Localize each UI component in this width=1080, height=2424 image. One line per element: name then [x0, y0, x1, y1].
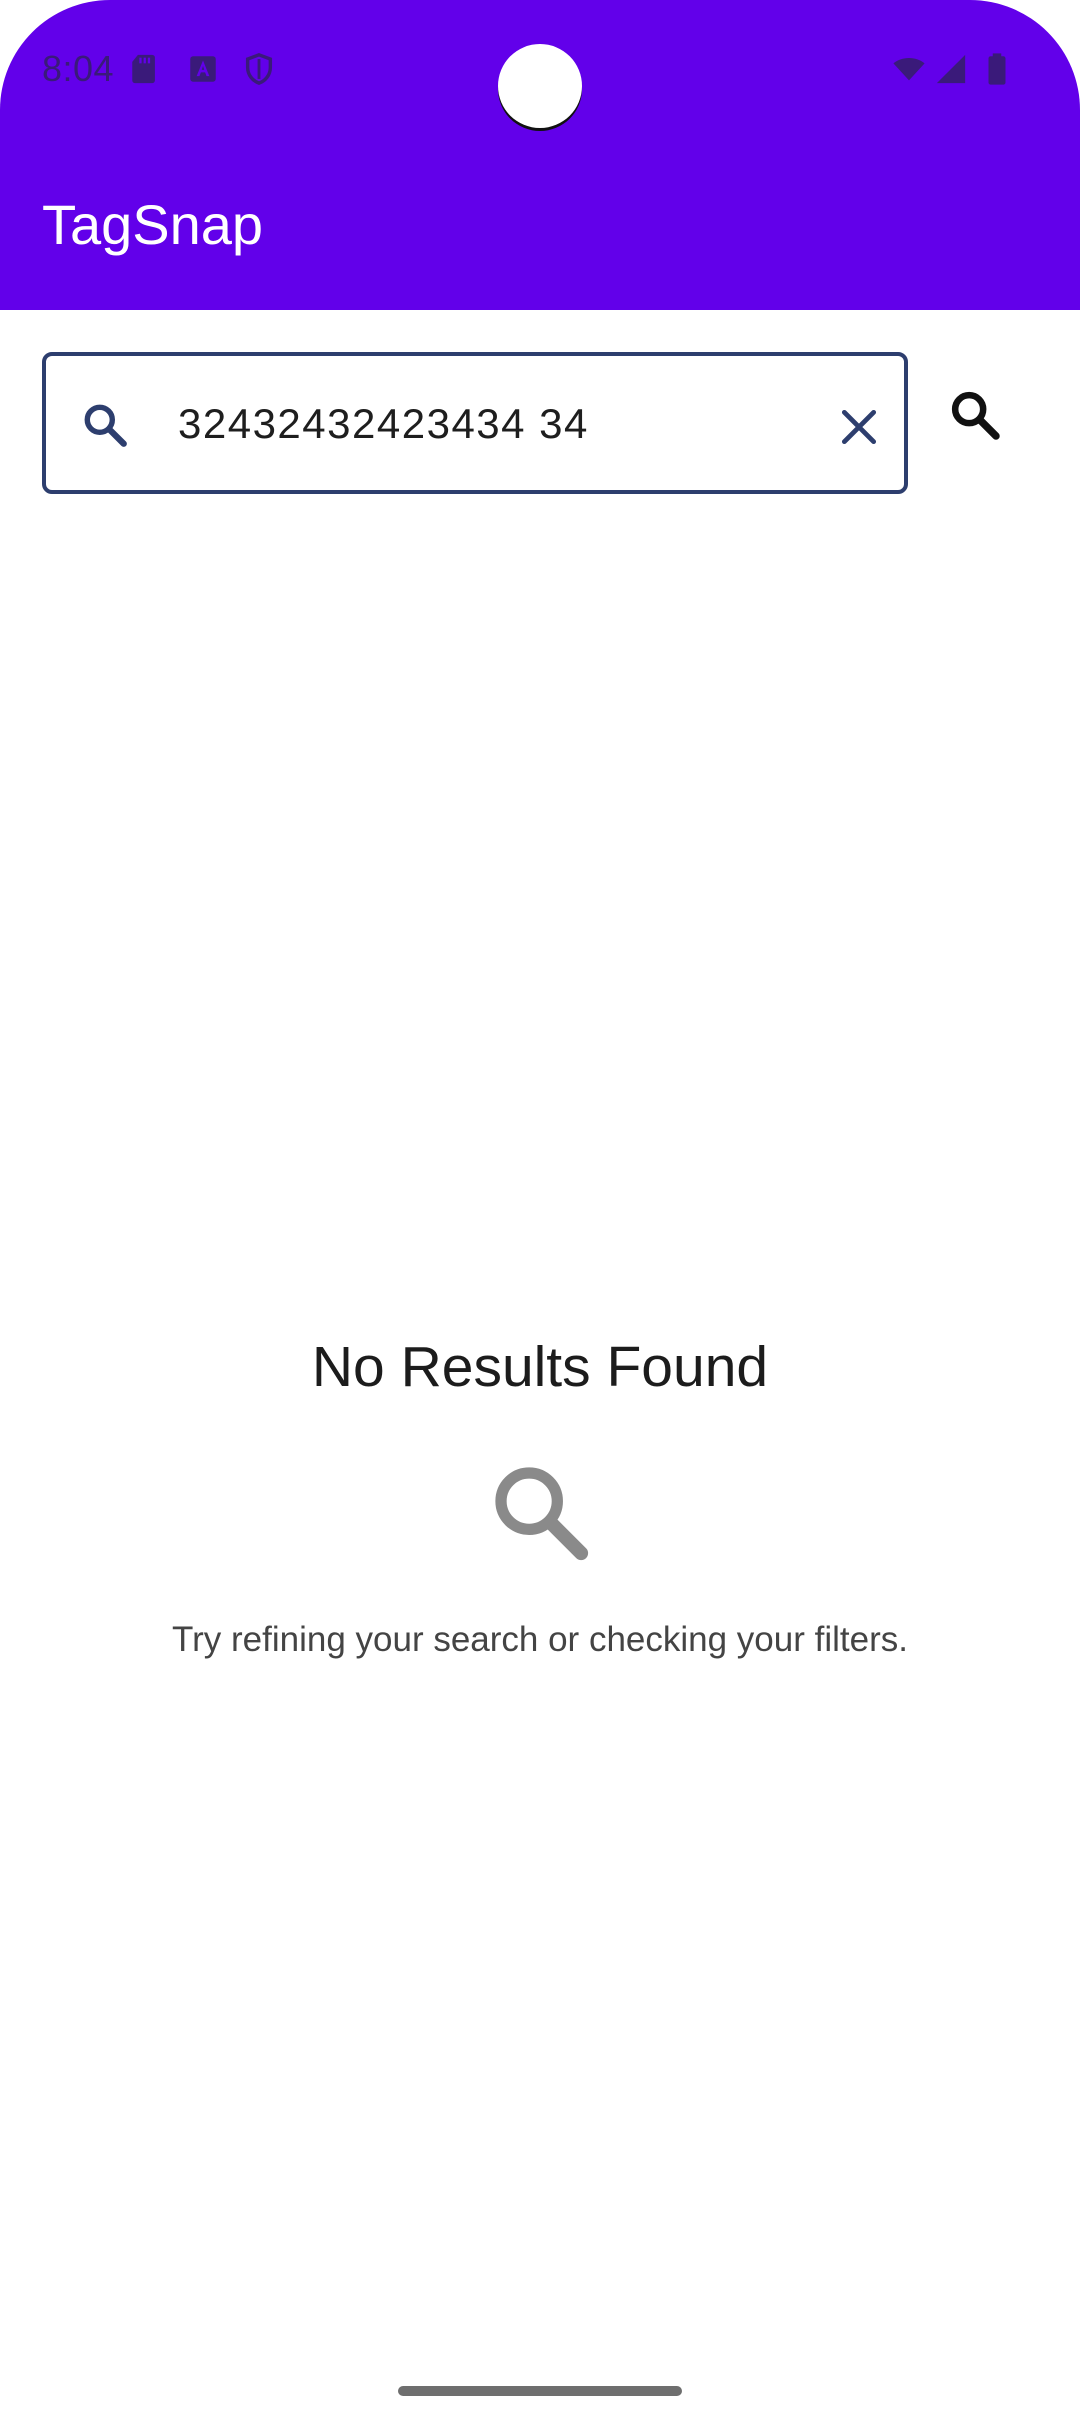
search-input[interactable] [178, 386, 818, 462]
search-field[interactable] [42, 352, 908, 494]
keyboard-a-icon [190, 56, 216, 82]
status-time: 8:04 [42, 48, 115, 89]
search-icon [495, 1467, 589, 1561]
app-screen: 8:04 TagSnap 32432432423434 34 No Result… [0, 0, 1080, 2424]
close-icon [841, 409, 877, 445]
status-bar: 8:04 [0, 0, 1080, 140]
battery-icon [988, 53, 1006, 85]
signal-icon [936, 54, 966, 84]
app-header: 8:04 TagSnap [0, 0, 1080, 310]
app-title: TagSnap [42, 193, 264, 256]
sd-card-icon [132, 54, 155, 84]
home-indicator[interactable] [398, 2386, 682, 2396]
camera-cutout [498, 44, 582, 128]
empty-state-hint: Try refining your search or checking you… [172, 1620, 908, 1659]
search-icon [84, 404, 127, 447]
shield-icon [245, 53, 273, 85]
wifi-icon [893, 58, 925, 81]
search-icon [951, 391, 1000, 440]
search-submit-button[interactable] [940, 380, 1010, 450]
empty-state-title: No Results Found [311, 1335, 769, 1399]
clear-search-button[interactable] [824, 392, 894, 462]
